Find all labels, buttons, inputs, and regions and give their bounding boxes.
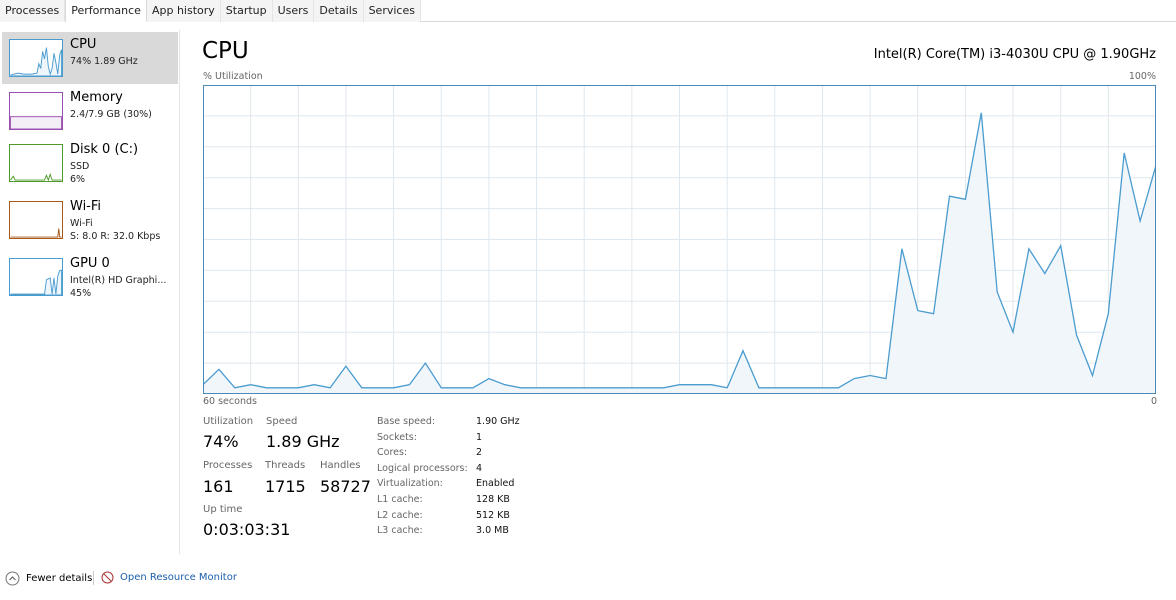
handles-value: 58727 xyxy=(320,477,371,496)
spec-value: 1.90 GHz xyxy=(476,416,520,427)
sidebar-detail: 6% xyxy=(70,174,86,185)
spec-value: 4 xyxy=(476,462,483,474)
spec-label: L1 cache: xyxy=(377,494,423,505)
tab-app-history[interactable]: App history xyxy=(146,0,221,22)
chevron-up-circle-icon xyxy=(5,571,20,586)
fewer-details-label: Fewer details xyxy=(26,573,93,584)
spec-value: 1 xyxy=(476,431,483,443)
spec-value: 128 KB xyxy=(476,494,510,505)
handles-label: Handles xyxy=(320,460,361,471)
sidebar-title: Wi-Fi xyxy=(70,199,102,214)
tab-details[interactable]: Details xyxy=(314,0,364,22)
tab-processes[interactable]: Processes xyxy=(0,0,66,22)
open-resource-monitor-link[interactable]: Open Resource Monitor xyxy=(101,571,237,584)
processes-label: Processes xyxy=(203,460,253,471)
sidebar-title: Memory xyxy=(70,90,123,105)
spec-value: 2 xyxy=(476,447,483,459)
sidebar-item-memory[interactable]: Memory 2.4/7.9 GB (30%) xyxy=(2,85,178,137)
tab-bar: Processes Performance App history Startu… xyxy=(0,0,1176,22)
sidebar-item-cpu[interactable]: CPU 74% 1.89 GHz xyxy=(2,32,178,84)
spec-value: 512 KB xyxy=(476,509,510,521)
sidebar-detail: S: 8.0 R: 32.0 Kbps xyxy=(70,231,161,242)
resource-monitor-icon xyxy=(101,571,114,584)
x-axis-label: 60 seconds xyxy=(203,396,257,407)
spec-label: Sockets: xyxy=(377,431,417,443)
gpu-thumbnail xyxy=(9,258,63,296)
utilization-axis-label: % Utilization xyxy=(203,71,263,82)
cpu-model: Intel(R) Core(TM) i3-4030U CPU @ 1.90GHz xyxy=(873,47,1156,62)
sidebar-title: GPU 0 xyxy=(70,256,110,271)
sidebar: CPU 74% 1.89 GHz Memory 2.4/7.9 GB (30%)… xyxy=(0,30,180,554)
speed-label: Speed xyxy=(266,416,298,427)
wifi-thumbnail xyxy=(9,201,63,239)
uptime-value: 0:03:03:31 xyxy=(203,520,291,539)
sidebar-detail: Intel(R) HD Graphi... xyxy=(70,275,167,286)
sidebar-item-wifi[interactable]: Wi-Fi Wi-Fi S: 8.0 R: 32.0 Kbps xyxy=(2,194,178,246)
spec-label: Logical processors: xyxy=(377,462,468,474)
processes-value: 161 xyxy=(203,477,234,496)
threads-value: 1715 xyxy=(265,477,306,496)
tab-startup[interactable]: Startup xyxy=(220,0,273,22)
spec-label: L3 cache: xyxy=(377,525,423,537)
fewer-details-button[interactable]: Fewer details xyxy=(5,571,92,586)
spec-label: Cores: xyxy=(377,447,408,459)
sidebar-item-gpu[interactable]: GPU 0 Intel(R) HD Graphi... 45% xyxy=(2,251,178,303)
page-title: CPU xyxy=(202,38,249,64)
sidebar-detail: SSD xyxy=(70,161,90,172)
utilization-label: Utilization xyxy=(203,416,254,427)
uptime-label: Up time xyxy=(203,504,243,515)
sidebar-detail: 2.4/7.9 GB (30%) xyxy=(70,109,152,120)
sidebar-detail: Wi-Fi xyxy=(70,218,93,229)
sidebar-item-disk[interactable]: Disk 0 (C:) SSD 6% xyxy=(2,137,178,189)
spec-value: 3.0 MB xyxy=(476,525,509,537)
tab-users[interactable]: Users xyxy=(272,0,315,22)
cpu-utilization-graph xyxy=(203,85,1156,394)
memory-thumbnail xyxy=(9,92,63,130)
tab-services[interactable]: Services xyxy=(363,0,421,22)
y-max-label: 100% xyxy=(1128,71,1156,82)
divider xyxy=(93,571,94,585)
spec-value: Enabled xyxy=(476,478,515,490)
sidebar-title: CPU xyxy=(70,37,97,52)
spec-label: L2 cache: xyxy=(377,509,423,521)
threads-label: Threads xyxy=(265,460,306,471)
disk-thumbnail xyxy=(9,144,63,182)
sidebar-detail: 74% 1.89 GHz xyxy=(70,56,138,67)
sidebar-detail: 45% xyxy=(70,288,92,299)
y-min-label: 0 xyxy=(1151,396,1158,407)
utilization-value: 74% xyxy=(203,432,239,451)
speed-value: 1.89 GHz xyxy=(266,432,340,451)
spec-label: Base speed: xyxy=(377,416,436,427)
sidebar-title: Disk 0 (C:) xyxy=(70,142,139,157)
spec-label: Virtualization: xyxy=(377,478,443,490)
tab-performance[interactable]: Performance xyxy=(65,0,147,22)
resource-monitor-label: Open Resource Monitor xyxy=(120,572,237,583)
cpu-thumbnail xyxy=(9,39,63,77)
